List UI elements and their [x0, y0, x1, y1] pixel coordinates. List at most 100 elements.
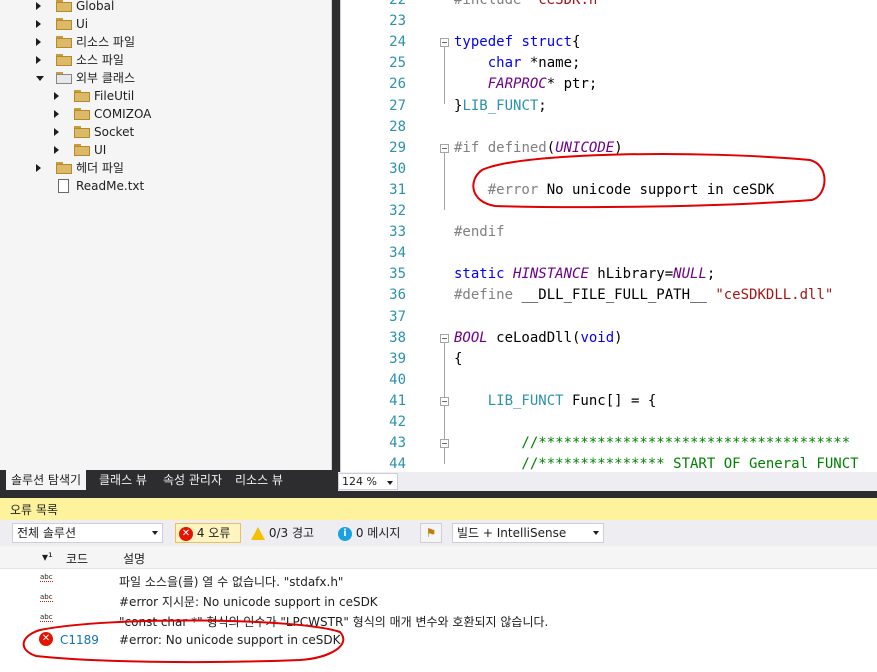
folder-icon [74, 126, 90, 138]
tree-item[interactable]: 외부 클래스 [0, 69, 331, 87]
fold-collapse-icon[interactable] [440, 397, 449, 406]
tree-item[interactable]: Socket [0, 123, 331, 141]
code-line[interactable]: #define __DLL_FILE_FULL_PATH__ "ceSDKDLL… [454, 285, 833, 306]
tab-resource-view[interactable]: 리소스 뷰 [230, 470, 288, 490]
line-number: 43 [389, 435, 406, 451]
line-number: 39 [389, 351, 406, 367]
tab-solution-explorer[interactable]: 솔루션 탐색기 [6, 470, 87, 490]
folder-icon [74, 90, 90, 102]
error-description: "const char *" 형식의 인수가 "LPCWSTR" 형식의 매개 … [119, 615, 549, 629]
errors-filter-button[interactable]: ✕ 4 오류 [175, 523, 241, 543]
line-number: 38 [389, 330, 406, 346]
column-header-code[interactable]: 코드 [66, 550, 88, 567]
line-number: 23 [389, 13, 406, 29]
code-line[interactable]: typedef struct{ [454, 32, 580, 53]
tab-property-manager[interactable]: 속성 관리자 [158, 470, 227, 490]
error-icon: ✕ [39, 632, 53, 646]
error-row[interactable]: abc "const char *" 형식의 인수가 "LPCWSTR" 형식의 … [0, 610, 877, 630]
expand-arrow-right-icon[interactable] [36, 56, 41, 64]
error-description: #error: No unicode support in ceSDK [119, 633, 341, 647]
tree-item[interactable]: Global [0, 0, 331, 15]
code-line[interactable]: char *name; [454, 53, 581, 74]
tree-item-label: 소스 파일 [76, 53, 124, 67]
source-filter-dropdown[interactable]: 빌드 + IntelliSense [452, 523, 604, 543]
line-number: 22 [389, 0, 406, 8]
tab-class-view[interactable]: 클래스 뷰 [94, 470, 152, 490]
error-row[interactable]: ✕ C1189 #error: No unicode support in ceSD… [0, 630, 877, 650]
fold-collapse-icon[interactable] [440, 334, 449, 343]
sort-icon[interactable]: ▾¹ [42, 550, 53, 564]
folder-icon [56, 0, 72, 12]
tree-item[interactable]: 소스 파일 [0, 51, 331, 69]
expand-arrow-down-icon[interactable] [36, 76, 44, 81]
zoom-dropdown[interactable]: 124 % [338, 473, 398, 490]
intellisense-error-icon: abc [40, 613, 53, 622]
tree-item[interactable]: ReadMe.txt [0, 177, 331, 195]
messages-count-label: 0 메시지 [355, 526, 401, 540]
tree-item[interactable]: 리소스 파일 [0, 33, 331, 51]
tree-item-label: Ui [76, 17, 89, 31]
code-editor[interactable]: 22 #include "ceSDK.h" 23 24 typedef struct{ 2… [340, 0, 877, 472]
code-line[interactable]: #if defined(UNICODE) [454, 138, 623, 159]
code-line[interactable]: #error No unicode support in ceSDK [454, 180, 775, 201]
tree-item[interactable]: FileUtil [0, 87, 331, 105]
error-code-link[interactable]: C1189 [60, 633, 99, 647]
tree-item[interactable]: Ui [0, 15, 331, 33]
error-row[interactable]: abc 파일 소스을(를) 열 수 없습니다. "stdafx.h" [0, 570, 877, 590]
expand-arrow-right-icon[interactable] [54, 128, 59, 136]
expand-arrow-right-icon[interactable] [36, 20, 41, 28]
line-number: 24 [389, 34, 406, 50]
code-line[interactable]: #endif [454, 222, 505, 243]
chevron-down-icon [593, 531, 599, 535]
scope-value: 전체 솔루션 [17, 526, 77, 540]
tree-item[interactable]: COMIZOA [0, 105, 331, 123]
scope-dropdown[interactable]: 전체 솔루션 [12, 523, 163, 543]
expand-arrow-right-icon[interactable] [54, 110, 59, 118]
fold-collapse-icon[interactable] [440, 144, 449, 153]
zoom-level: 124 % [342, 475, 377, 488]
messages-filter-button[interactable]: i 0 메시지 [338, 523, 400, 543]
code-line[interactable]: }LIB_FUNCT; [454, 96, 547, 117]
code-line[interactable]: BOOL ceLoadDll(void) [454, 328, 623, 349]
line-number: 33 [389, 224, 406, 240]
code-line[interactable]: static HINSTANCE hLibrary=NULL; [454, 264, 715, 285]
line-number: 26 [389, 76, 406, 92]
error-row[interactable]: abc #error 지시문: No unicode support in ceS… [0, 590, 877, 610]
code-line[interactable]: #include "ceSDK.h" [454, 0, 606, 11]
code-line[interactable]: LIB_FUNCT Func[] = { [454, 391, 657, 412]
tree-item-label: ReadMe.txt [76, 179, 145, 193]
code-line[interactable]: { [454, 349, 462, 370]
tree-item[interactable]: 헤더 파일 [0, 159, 331, 177]
expand-arrow-right-icon[interactable] [54, 146, 59, 154]
expand-arrow-right-icon[interactable] [36, 38, 41, 46]
build-filter-icon[interactable]: ⚑ [420, 523, 442, 543]
line-number: 30 [389, 161, 406, 177]
intellisense-error-icon: abc [40, 573, 53, 582]
folder-icon [56, 162, 72, 174]
error-grid-header: ▾¹ 코드 설명 [0, 546, 877, 569]
source-filter-value: 빌드 + IntelliSense [457, 526, 567, 540]
tree-item-label: COMIZOA [94, 107, 152, 121]
expand-arrow-right-icon[interactable] [36, 2, 41, 10]
text-file-icon [58, 179, 69, 193]
folder-icon [56, 36, 72, 48]
expand-arrow-right-icon[interactable] [54, 92, 59, 100]
fold-collapse-icon[interactable] [440, 38, 449, 47]
code-line[interactable]: //************************************* [454, 433, 850, 454]
warnings-filter-button[interactable]: 0/3 경고 [251, 523, 314, 543]
error-list-grid: ▾¹ 코드 설명 abc 파일 소스을(를) 열 수 없습니다. "stdafx.… [0, 546, 877, 672]
info-icon: i [338, 526, 352, 541]
tree-item-label: Global [76, 0, 115, 13]
tree-item-label: FileUtil [94, 89, 135, 103]
expand-arrow-right-icon[interactable] [36, 164, 41, 172]
column-header-description[interactable]: 설명 [123, 550, 145, 567]
warnings-count-label: 0/3 경고 [268, 526, 315, 540]
line-number: 41 [389, 393, 406, 409]
fold-collapse-icon[interactable] [440, 439, 449, 448]
line-number: 29 [389, 140, 406, 156]
tree-item[interactable]: UI [0, 141, 331, 159]
editor-status-bar: 124 % [338, 472, 877, 491]
code-line[interactable]: //*************** START OF General FUNCT [454, 454, 858, 472]
code-line[interactable]: FARPROC* ptr; [454, 74, 598, 95]
folder-icon [74, 144, 90, 156]
